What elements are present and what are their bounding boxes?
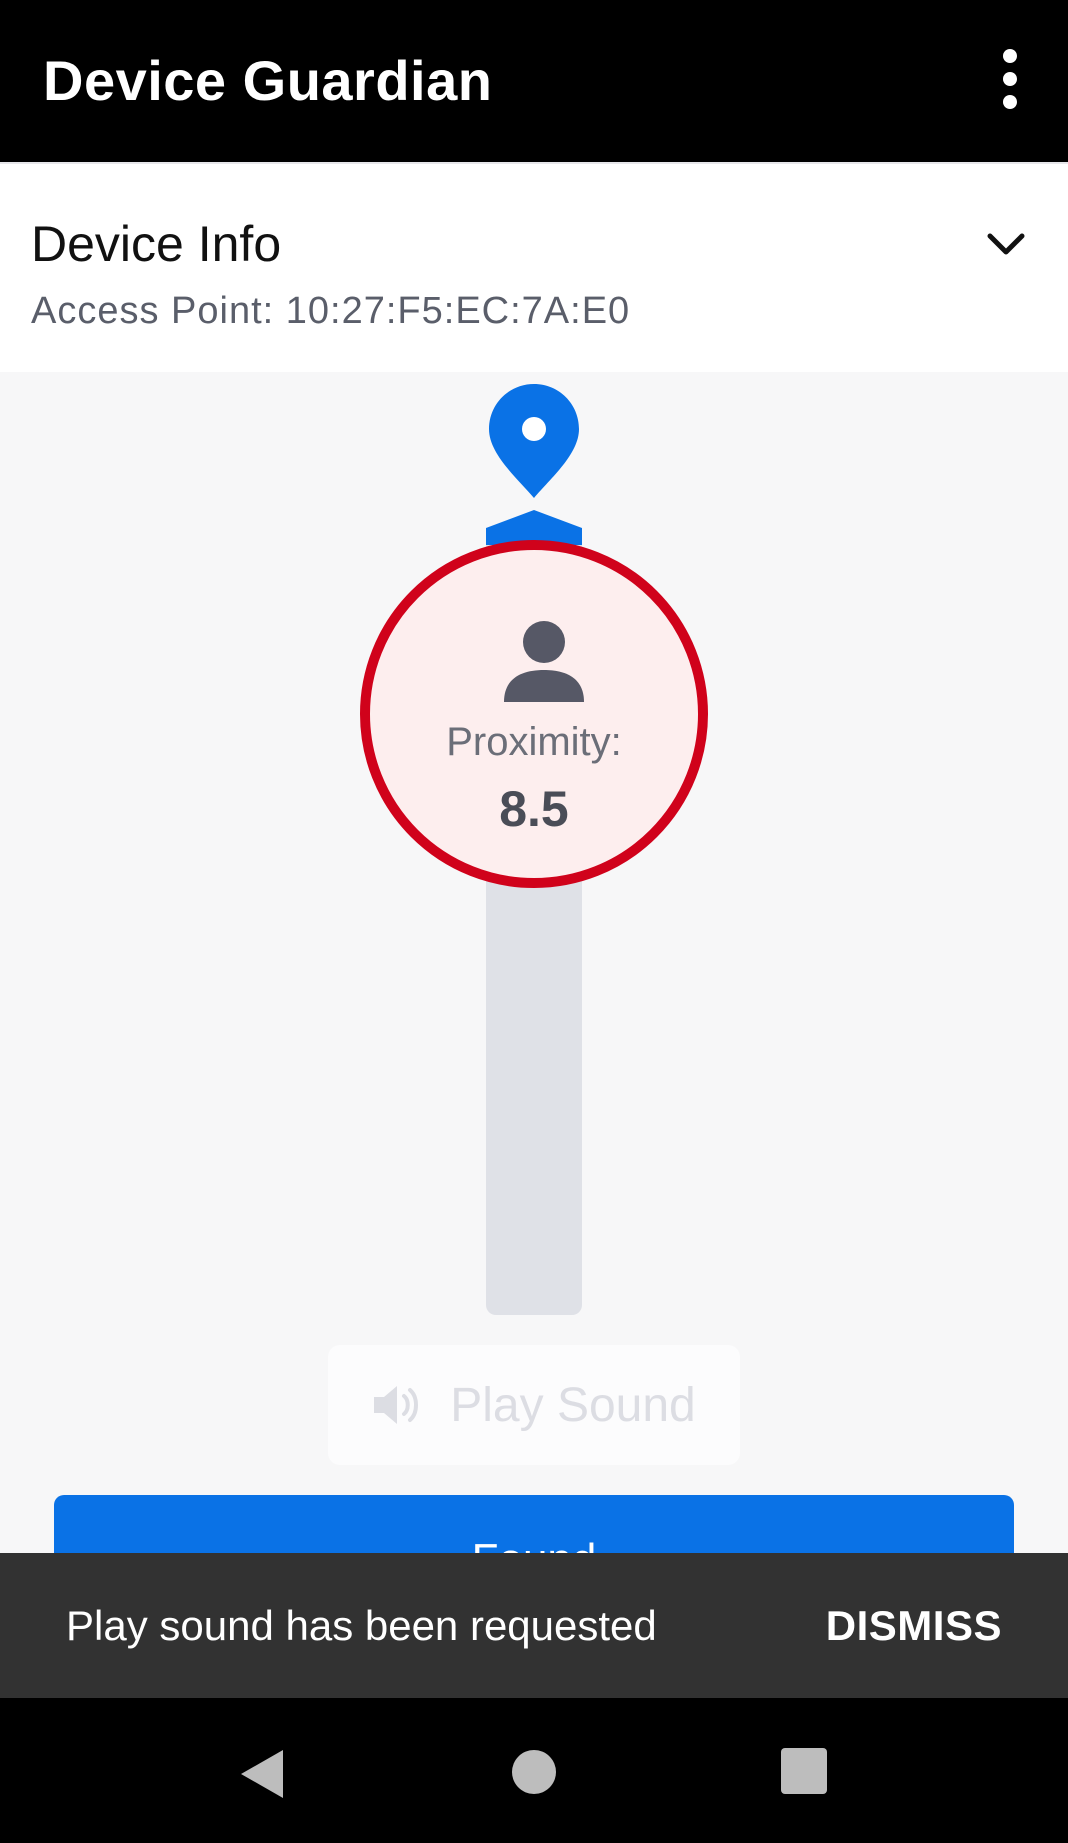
access-point-label: Access Point: 10:27:F5:EC:7A:E0: [31, 290, 631, 332]
proximity-value: 8.5: [499, 781, 569, 837]
chevron-down-icon[interactable]: [984, 222, 1028, 266]
recents-square-icon[interactable]: [781, 1748, 827, 1794]
play-sound-label: Play Sound: [450, 1378, 696, 1432]
snackbar: Play sound has been requested DISMISS: [0, 1553, 1068, 1698]
device-info-card[interactable]: Device Info Access Point: 10:27:F5:EC:7A…: [0, 162, 1068, 372]
proximity-label: Proximity:: [446, 720, 622, 764]
device-info-title: Device Info: [31, 216, 282, 272]
proximity-indicator: Proximity: 8.5: [360, 540, 708, 888]
location-pin-icon: [489, 384, 579, 498]
person-icon: [504, 621, 584, 702]
snackbar-message: Play sound has been requested: [66, 1602, 657, 1649]
back-triangle-icon[interactable]: [237, 1748, 285, 1800]
speaker-icon: [374, 1386, 419, 1424]
app-bar: Device Guardian: [0, 0, 1068, 162]
more-vert-icon[interactable]: [982, 46, 1038, 112]
app-title: Device Guardian: [43, 49, 493, 112]
dismiss-button[interactable]: DISMISS: [826, 1601, 1002, 1651]
play-sound-button[interactable]: Play Sound: [328, 1345, 740, 1465]
home-circle-icon[interactable]: [512, 1750, 556, 1794]
